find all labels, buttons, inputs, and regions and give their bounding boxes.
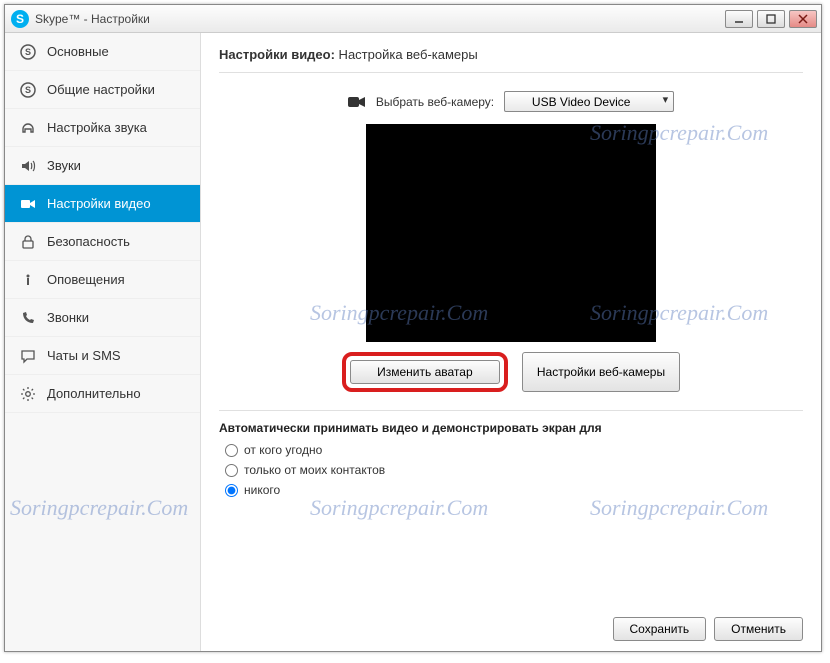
radio-nobody-input[interactable] [225,484,238,497]
skype-icon: S [11,10,29,28]
save-button[interactable]: Сохранить [613,617,707,641]
sidebar-item-audio[interactable]: Настройка звука [5,109,200,147]
sidebar-item-label: Настройки видео [47,196,151,211]
sidebar-item-label: Настройка звука [47,120,147,135]
sidebar-item-label: Основные [47,44,109,59]
cancel-button[interactable]: Отменить [714,617,803,641]
titlebar[interactable]: S Skype™ - Настройки [5,5,821,33]
radio-label: только от моих контактов [244,463,385,477]
lock-icon [19,233,37,251]
sidebar-item-video[interactable]: Настройки видео [5,185,200,223]
sidebar-item-sounds[interactable]: Звуки [5,147,200,185]
content-area: Настройки видео: Настройка веб-камеры Вы… [201,33,821,651]
content-header: Настройки видео: Настройка веб-камеры [219,47,803,73]
camera-icon [348,96,366,108]
speaker-icon [19,157,37,175]
skype-small-icon: S [19,43,37,61]
sidebar-item-chats[interactable]: Чаты и SMS [5,337,200,375]
sidebar-item-notifications[interactable]: Оповещения [5,261,200,299]
sidebar-item-label: Чаты и SMS [47,348,121,363]
radio-anyone-input[interactable] [225,444,238,457]
sidebar-item-common[interactable]: S Общие настройки [5,71,200,109]
maximize-button[interactable] [757,10,785,28]
minimize-button[interactable] [725,10,753,28]
highlight-annotation: Изменить аватар [342,352,508,392]
radio-contacts[interactable]: только от моих контактов [225,463,803,477]
skype-small-icon: S [19,81,37,99]
sidebar-item-label: Безопасность [47,234,130,249]
sidebar-item-advanced[interactable]: Дополнительно [5,375,200,413]
sidebar-item-security[interactable]: Безопасность [5,223,200,261]
radio-anyone[interactable]: от кого угодно [225,443,803,457]
webcam-preview [366,124,656,342]
sidebar-item-label: Оповещения [47,272,125,287]
camera-icon [19,195,37,213]
svg-text:S: S [25,47,31,57]
sidebar: S Основные S Общие настройки Настройка з… [5,33,201,651]
headset-icon [19,119,37,137]
svg-text:S: S [25,85,31,95]
change-avatar-button[interactable]: Изменить аватар [350,360,500,384]
divider [219,410,803,411]
webcam-settings-button[interactable]: Настройки веб-камеры [522,352,680,392]
sidebar-item-label: Дополнительно [47,386,141,401]
radio-nobody[interactable]: никого [225,483,803,497]
chat-icon [19,347,37,365]
sidebar-item-label: Общие настройки [47,82,155,97]
gear-icon [19,385,37,403]
radio-contacts-input[interactable] [225,464,238,477]
sidebar-item-general[interactable]: S Основные [5,33,200,71]
webcam-select[interactable]: USB Video Device [504,91,674,112]
auto-accept-title: Автоматически принимать видео и демонстр… [219,421,803,435]
select-webcam-label: Выбрать веб-камеру: [376,95,494,109]
sidebar-item-label: Звонки [47,310,89,325]
close-button[interactable] [789,10,817,28]
radio-label: от кого угодно [244,443,322,457]
auto-accept-group: от кого угодно только от моих контактов … [219,443,803,497]
sidebar-item-label: Звуки [47,158,81,173]
phone-icon [19,309,37,327]
info-icon [19,271,37,289]
settings-window: S Skype™ - Настройки S Основные S Общие … [4,4,822,652]
sidebar-item-calls[interactable]: Звонки [5,299,200,337]
radio-label: никого [244,483,280,497]
window-title: Skype™ - Настройки [35,12,150,26]
